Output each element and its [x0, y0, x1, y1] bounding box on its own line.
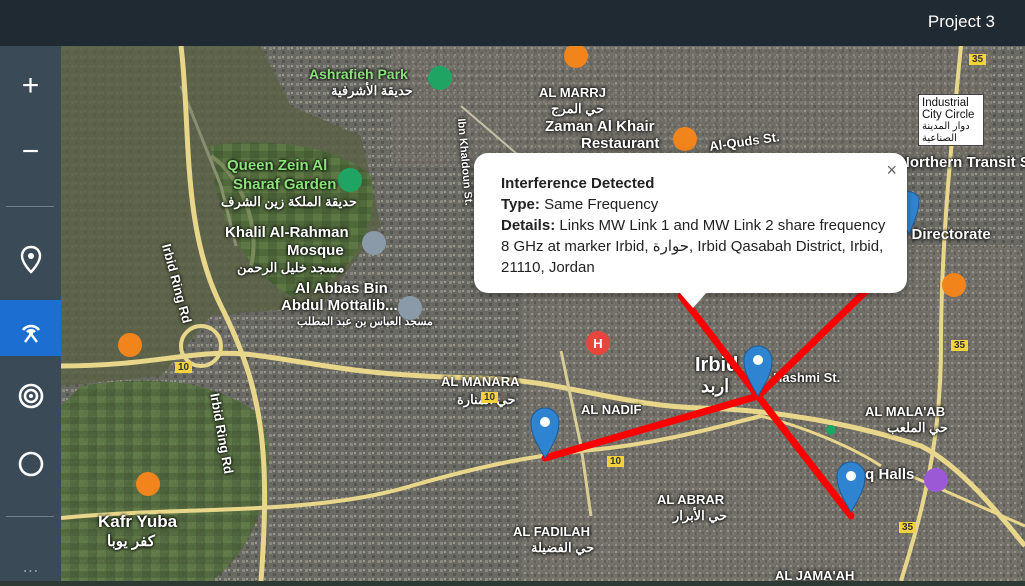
tools-icon: ⋯ [22, 563, 39, 580]
add-marker-button[interactable] [0, 232, 61, 288]
map-pin-icon [20, 245, 41, 274]
top-bar: Project 3 [0, 0, 1025, 46]
interference-popup: × Interference Detected Type: Same Frequ… [474, 153, 907, 308]
mw-link-2-segment [677, 292, 762, 400]
sidebar-divider [6, 206, 54, 207]
circle-tool-button[interactable] [0, 436, 61, 492]
popup-type: Type: Same Frequency [501, 196, 659, 213]
add-link-button[interactable] [0, 300, 61, 356]
circle-icon [18, 451, 43, 477]
target-icon [18, 383, 43, 409]
zoom-out-button[interactable]: − [0, 124, 61, 180]
close-icon[interactable]: × [886, 160, 897, 181]
svg-text:H: H [593, 336, 602, 351]
map-view[interactable]: Ashrafieh Park حديقة الأشرفية AL MARRJ ح… [61, 46, 1025, 581]
mw-link-1-segment [754, 392, 855, 520]
popup-details: Details: Links MW Link 1 and MW Link 2 s… [501, 217, 886, 276]
more-tools-button[interactable]: ⋯ [0, 556, 61, 586]
zoom-in-button[interactable]: + [0, 58, 61, 114]
popup-tail [679, 292, 707, 308]
mw-link-1-segment [541, 392, 762, 462]
plus-icon: + [21, 69, 40, 102]
sidebar-divider [6, 516, 54, 517]
minus-icon: − [21, 135, 40, 168]
coverage-button[interactable] [0, 368, 61, 424]
mw-links [541, 287, 870, 520]
sidebar: + − ⋯ [0, 46, 61, 581]
mw-link-2-segment [754, 287, 870, 400]
popup-title: Interference Detected [501, 175, 655, 192]
map-overlay: H [118, 46, 966, 520]
project-title[interactable]: Project 3 [928, 12, 995, 32]
antenna-icon [21, 324, 40, 343]
